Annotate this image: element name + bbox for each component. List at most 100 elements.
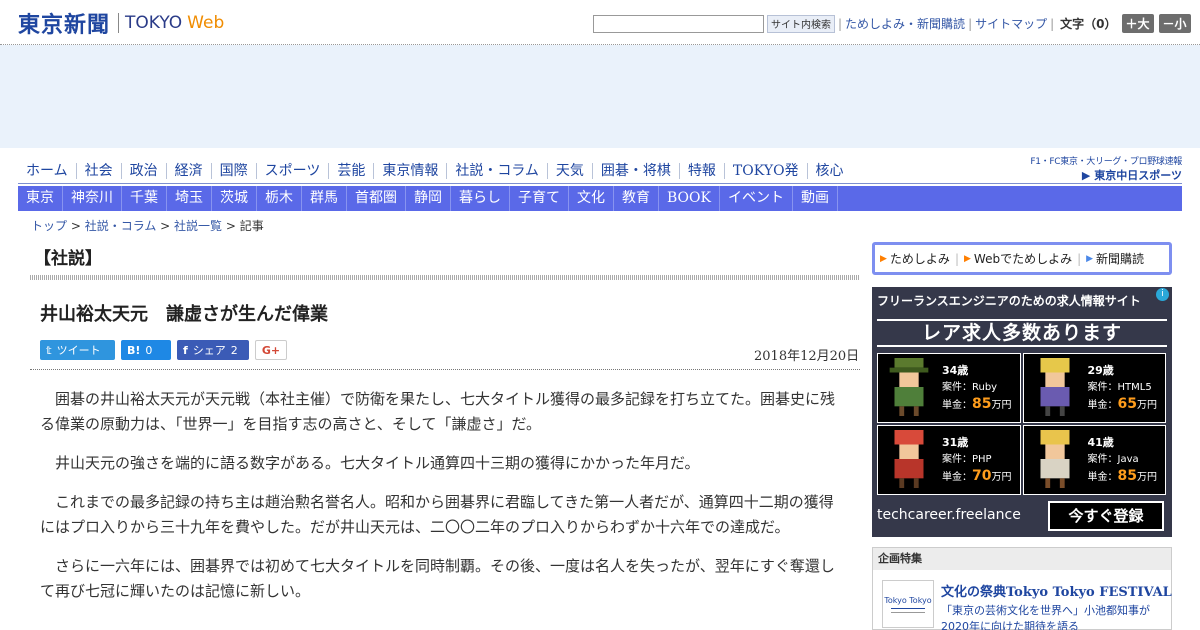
ad-choices-icon[interactable]: i <box>1156 288 1169 301</box>
nav-kakushin[interactable]: 核心 <box>806 163 852 179</box>
ad-footer: techcareer.freelance <box>877 507 1021 523</box>
nav-go-shogi[interactable]: 囲碁・将棋 <box>591 163 679 179</box>
nav-tokyo-hatsu[interactable]: TOKYO発 <box>723 163 807 179</box>
triangle-right-icon: ▶ <box>1086 253 1094 264</box>
facebook-share-button[interactable]: f シェア 2 <box>177 340 249 360</box>
separator: | <box>1077 251 1082 266</box>
sidebar-ad[interactable]: フリーランスエンジニアのための求人情報サイト i レア求人多数あります 34歳 … <box>872 287 1172 537</box>
nav-book[interactable]: BOOK <box>659 186 720 211</box>
share-buttons: 𝕥 ツイート B! 0 f シェア 2 G+ <box>40 340 293 360</box>
nav-divider <box>18 183 1182 184</box>
font-larger-button[interactable]: ＋大 <box>1121 14 1154 33</box>
breadcrumb: トップ > 社説・コラム > 社説一覧 > 記事 <box>31 219 264 233</box>
site-search-input[interactable] <box>593 14 764 33</box>
nav-economy[interactable]: 経済 <box>165 163 211 179</box>
article-divider <box>30 369 860 370</box>
nav-society[interactable]: 社会 <box>75 163 121 179</box>
separator: | <box>968 16 973 31</box>
facebook-label: シェア <box>192 344 226 357</box>
breadcrumb-editorial-list[interactable]: 社説一覧 <box>174 219 222 233</box>
font-smaller-button[interactable]: －小 <box>1158 14 1191 33</box>
chunichi-tagline: F1・FC東京・大リーグ・プロ野球速報 <box>1030 157 1182 167</box>
ad-card-pay-value: 65 <box>1117 396 1137 412</box>
site-search-button[interactable]: サイト内検索 <box>767 14 835 33</box>
subscribe-label: 新聞購読 <box>1096 252 1145 266</box>
nav-international[interactable]: 国際 <box>210 163 256 179</box>
nav-politics[interactable]: 政治 <box>120 163 166 179</box>
google-plus-button[interactable]: G+ <box>255 340 287 360</box>
region-shizuoka[interactable]: 静岡 <box>406 186 451 211</box>
separator: | <box>1050 16 1055 31</box>
region-tokyo[interactable]: 東京 <box>18 186 63 211</box>
section-title: 【社説】 <box>34 249 102 269</box>
article-paragraph: 井山天元の強さを端的に語る数字がある。七大タイトル通算四十三期の獲得にかかった年… <box>55 454 700 472</box>
nav-special-report[interactable]: 特報 <box>678 163 724 179</box>
region-shutoken[interactable]: 首都圏 <box>347 186 406 211</box>
pixel-character-icon <box>894 430 924 488</box>
trial-read-label: ためしよみ <box>889 252 950 266</box>
festival-logo-icon: Tokyo Tokyo <box>883 596 932 613</box>
pixel-character-icon <box>889 358 929 416</box>
ad-card-pay-unit: 万円 <box>1136 472 1157 483</box>
nav-living[interactable]: 暮らし <box>451 186 510 211</box>
ad-card-info: 34歳 案件：Ruby 単金：85万円 <box>942 362 1011 414</box>
ad-card-case: 案件：Java <box>1087 454 1139 465</box>
ad-card: 31歳 案件：PHP 単金：70万円 <box>877 425 1021 495</box>
tweet-button[interactable]: 𝕥 ツイート <box>40 340 115 360</box>
ad-card-pay-value: 85 <box>972 396 992 412</box>
ad-card-info: 31歳 案件：PHP 単金：70万円 <box>942 434 1011 486</box>
region-tochigi[interactable]: 栃木 <box>257 186 302 211</box>
feature-text[interactable]: 「東京の芸術文化を世界へ」小池都知事が2020年に向けた期待を語る <box>941 603 1166 630</box>
nav-events[interactable]: イベント <box>720 186 793 211</box>
article-body: 囲碁の井山裕太天元が天元戦（本社主催）で防衛を果たし、七大タイトル獲得の最多記録… <box>40 387 840 618</box>
article-date: 2018年12月20日 <box>754 349 860 364</box>
chunichi-sports-link[interactable]: F1・FC東京・大リーグ・プロ野球速報 ▶ 東京中日スポーツ <box>1027 154 1182 183</box>
region-kanagawa[interactable]: 神奈川 <box>63 186 122 211</box>
nav-entertainment[interactable]: 芸能 <box>328 163 373 179</box>
subscribe-link[interactable]: ▶ 新聞購読 <box>1086 250 1144 267</box>
nav-weather[interactable]: 天気 <box>546 163 592 179</box>
nav-parenting[interactable]: 子育て <box>510 186 569 211</box>
region-chiba[interactable]: 千葉 <box>122 186 167 211</box>
ad-card-age: 41歳 <box>1087 436 1114 449</box>
hatena-icon: B! <box>127 343 141 357</box>
triangle-right-icon: ▶ <box>880 253 887 264</box>
hatena-count: 0 <box>145 343 153 357</box>
site-logo[interactable]: 東京新聞 TOKYO Web <box>18 8 224 38</box>
nav-editorials-columns[interactable]: 社説・コラム <box>446 163 547 179</box>
feature-title[interactable]: 文化の祭典Tokyo Tokyo FESTIVAL <box>941 581 1172 600</box>
nav-culture[interactable]: 文化 <box>569 186 614 211</box>
nav-home[interactable]: ホーム <box>18 163 76 179</box>
ad-card-pay-unit: 万円 <box>1136 400 1157 411</box>
nav-sports[interactable]: スポーツ <box>255 163 329 179</box>
nav-tokyo-info[interactable]: 東京情報 <box>373 163 446 179</box>
ad-card-pay: 単金：85万円 <box>1088 468 1157 486</box>
sitemap-link[interactable]: サイトマップ <box>975 15 1047 32</box>
ad-card-pay-label: 単金： <box>1087 472 1118 483</box>
feature-thumbnail[interactable]: Tokyo Tokyo <box>882 580 934 628</box>
breadcrumb-editorials[interactable]: 社説・コラム <box>85 219 157 233</box>
nav-video[interactable]: 動画 <box>793 186 838 211</box>
nav-education[interactable]: 教育 <box>614 186 659 211</box>
ad-card-pay-value: 70 <box>972 468 992 484</box>
triangle-right-icon: ▶ <box>963 253 971 264</box>
separator: | <box>838 16 843 31</box>
ad-card-pay-label: 単金： <box>1087 400 1118 411</box>
feature-thumbnail-text: Tokyo Tokyo <box>883 596 931 605</box>
ad-card-info: 41歳 案件：Java 単金：85万円 <box>1088 434 1157 486</box>
logo-tokyo: TOKYO <box>125 13 183 33</box>
ad-register-button[interactable]: 今すぐ登録 <box>1048 501 1164 531</box>
region-ibaraki[interactable]: 茨城 <box>212 186 257 211</box>
region-saitama[interactable]: 埼玉 <box>167 186 212 211</box>
trial-subscribe-link[interactable]: ためしよみ・新聞購読 <box>845 15 965 32</box>
region-gunma[interactable]: 群馬 <box>302 186 347 211</box>
trial-read-link[interactable]: ▶ ためしよみ <box>880 250 950 267</box>
hatena-bookmark-button[interactable]: B! 0 <box>121 340 171 360</box>
web-trial-read-label: Webでためしよみ <box>973 252 1073 266</box>
ad-card: 34歳 案件：Ruby 単金：85万円 <box>877 353 1021 423</box>
ad-card-pay-value: 85 <box>1117 468 1137 484</box>
web-trial-read-link[interactable]: ▶ Webでためしよみ <box>964 250 1072 267</box>
ad-card: 41歳 案件：Java 単金：85万円 <box>1022 425 1166 495</box>
breadcrumb-top[interactable]: トップ <box>31 219 67 233</box>
ad-card-pay: 単金：70万円 <box>942 468 1011 486</box>
